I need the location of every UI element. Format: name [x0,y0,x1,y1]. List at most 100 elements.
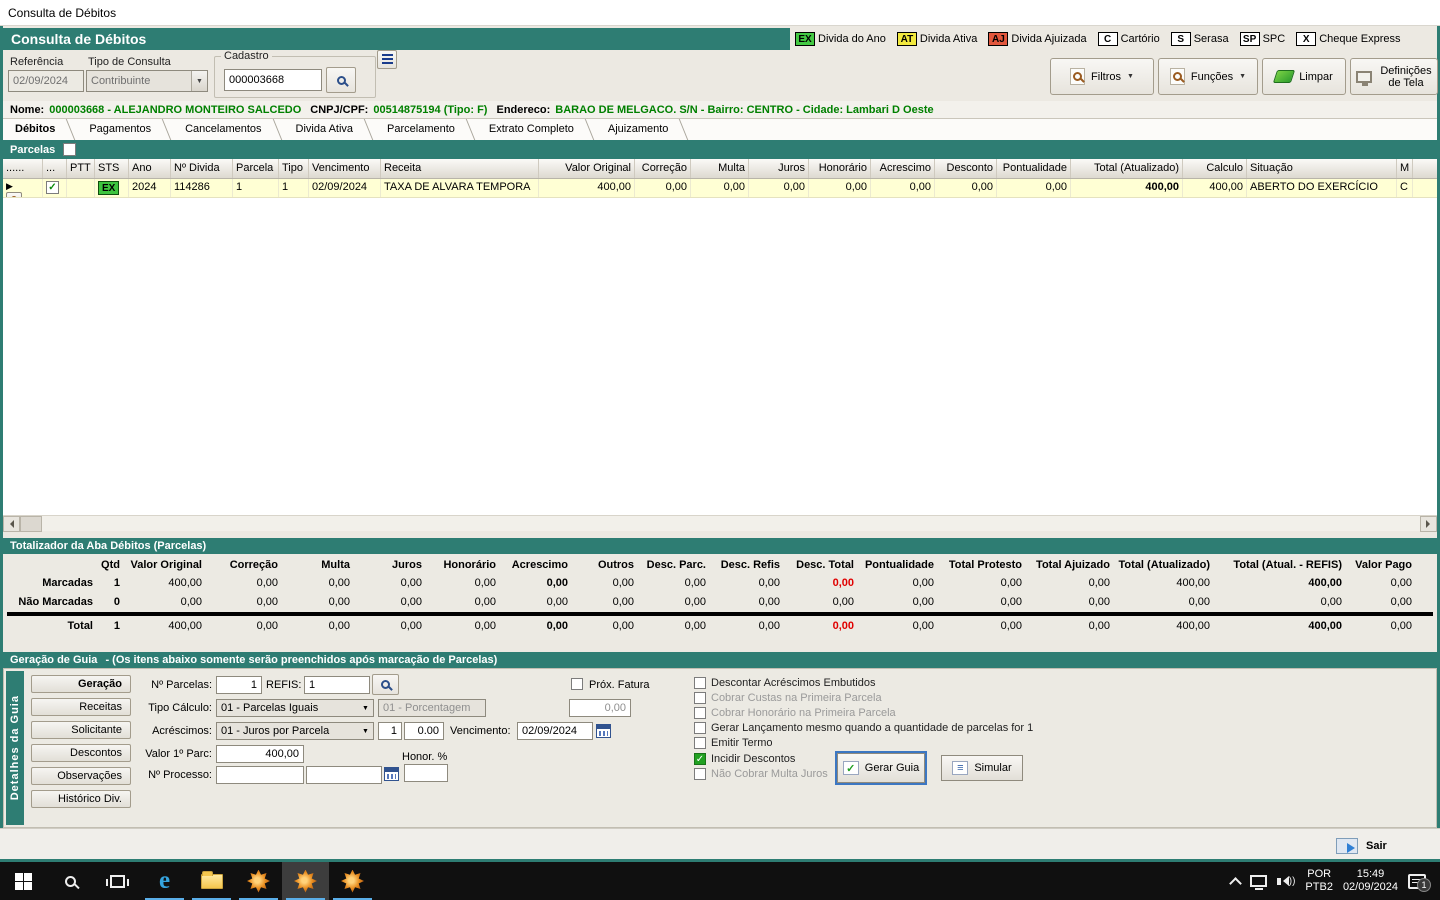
refis-input[interactable] [304,676,370,694]
acrescimos-amount-input[interactable] [404,722,444,740]
totalizador-value: 0,00 [612,595,634,608]
tray-chevron-up-icon[interactable] [1228,876,1242,890]
grid-header-21[interactable]: M [1397,159,1413,178]
grid-header-8[interactable]: Vencimento [309,159,381,178]
tab-divida-ativa[interactable]: Divida Ativa [284,119,375,140]
grid-header-17[interactable]: Pontualidade [997,159,1071,178]
speaker-icon[interactable]: )) [1276,876,1295,887]
tab-parcelamento[interactable]: Parcelamento [375,119,477,140]
totalizador-value: 0,00 [474,595,496,608]
grid-header-1[interactable]: ... [43,159,67,178]
guia-checkbox-0[interactable] [694,677,706,689]
totalizador-value: 0,00 [1390,576,1412,589]
acrescimos-select[interactable]: 01 - Juros por Parcela ▼ [216,722,374,740]
grid-header-0[interactable]: ...... [3,159,43,178]
guia-checkbox-label-6: Não Cobrar Multa Juros [711,768,828,780]
grid-header-9[interactable]: Receita [381,159,539,178]
cadastro-input[interactable] [224,69,322,91]
gerar-guia-button[interactable]: ✓ Gerar Guia [835,751,927,785]
tab-ajuizamento[interactable]: Ajuizamento [596,119,691,140]
guia-nav-solicitante[interactable]: Solicitante [31,721,131,739]
explorer-taskbar-button[interactable] [188,862,235,900]
calculator-icon[interactable] [384,767,399,781]
app3-taskbar-button[interactable] [329,862,376,900]
processo-input[interactable] [216,766,304,784]
grid-header-15[interactable]: Acrescimo [871,159,935,178]
grid-header-11[interactable]: Correção [635,159,691,178]
guia-nav-observa-es[interactable]: Observações [31,767,131,785]
guia-checkbox-4[interactable] [694,737,706,749]
grid-header-4[interactable]: Ano [129,159,171,178]
network-icon[interactable] [1249,875,1267,890]
tipo-consulta-select[interactable]: Contribuinte ▼ [86,70,208,92]
app1-taskbar-button[interactable] [235,862,282,900]
referencia-input[interactable] [8,70,84,92]
valor-parc-input[interactable] [216,745,304,763]
clock[interactable]: 15:49 02/09/2024 [1343,868,1398,894]
vencimento-input[interactable] [517,722,593,740]
filtros-button[interactable]: Filtros ▼ [1050,58,1154,95]
guia-checkbox-5[interactable]: ✓ [694,753,706,765]
tipo-calculo-select[interactable]: 01 - Parcelas Iguais ▼ [216,699,374,717]
guia-nav-gera-o[interactable]: Geração [31,675,131,693]
grid-header-14[interactable]: Honorário [809,159,871,178]
language-indicator[interactable]: POR PTB2 [1305,868,1333,894]
app2-taskbar-button[interactable] [282,862,329,900]
tab-pagamentos[interactable]: Pagamentos [77,119,173,140]
row-zoom-button[interactable] [6,192,22,197]
guia-checkbox-3[interactable] [694,722,706,734]
tab-d-bitos[interactable]: Débitos [3,119,77,140]
grid-header-19[interactable]: Calculo [1183,159,1247,178]
cadastro-search-button[interactable] [326,67,356,93]
totalizador-value: 0,00 [912,576,934,589]
grid-header-10[interactable]: Valor Original [539,159,635,178]
guia-checkbox-label-3: Gerar Lançamento mesmo quando a quantida… [711,722,1034,734]
simular-button[interactable]: ≡ Simular [941,755,1023,781]
totalizador-value: 0,00 [1188,595,1210,608]
guia-nav-receitas[interactable]: Receitas [31,698,131,716]
notification-icon[interactable]: 1 [1408,873,1431,892]
tab-extrato-completo[interactable]: Extrato Completo [477,119,596,140]
grid-header-13[interactable]: Juros [749,159,809,178]
grid-header-5[interactable]: Nº Divida [171,159,233,178]
definicoes-tela-button[interactable]: Definições de Tela [1350,58,1438,95]
guia-checkbox-row-6: Não Cobrar Multa Juros [694,768,828,780]
guia-nav-descontos[interactable]: Descontos [31,744,131,762]
n-parcelas-input[interactable] [216,676,262,694]
grid-header-7[interactable]: Tipo [279,159,309,178]
eraser-icon [1273,70,1296,83]
guia-nav-hist-rico-div-[interactable]: Histórico Div. [31,790,131,808]
grid-header-6[interactable]: Parcela [233,159,279,178]
ie-taskbar-button[interactable]: e [141,862,188,900]
task-view-button[interactable] [94,862,141,900]
grid-header-2[interactable]: PTT [67,159,95,178]
grid-hscrollbar[interactable] [3,515,1437,532]
tab-cancelamentos[interactable]: Cancelamentos [173,119,283,140]
scroll-right-button[interactable] [1420,516,1437,532]
sair-button[interactable]: Sair [1336,835,1436,857]
page-title: Consulta de Débitos [3,28,790,50]
acrescimos-qty-input[interactable] [378,722,402,740]
scroll-thumb[interactable] [20,516,42,532]
grid-header-18[interactable]: Total (Atualizado) [1071,159,1183,178]
start-button[interactable] [0,862,47,900]
grid-header-16[interactable]: Desconto [935,159,997,178]
grid-data-row[interactable]: ▶ ✓ EX 2024 114286 1 1 02/09/2024 TAXA DE ALVARA… [3,179,1437,198]
processo-data-input[interactable] [306,766,382,784]
calendar-icon[interactable] [596,724,611,738]
refis-search-button[interactable] [372,674,399,695]
grid-header-12[interactable]: Multa [691,159,749,178]
taskbar-search-button[interactable] [47,862,94,900]
limpar-button[interactable]: Limpar [1262,58,1346,95]
list-icon [381,54,393,65]
honor-input[interactable] [404,764,448,782]
grid-header-3[interactable]: STS [95,159,129,178]
cadastro-list-button[interactable] [377,50,397,69]
funcoes-button[interactable]: Funções ▼ [1158,58,1258,95]
grid-cell-17: 0,00 [997,179,1071,197]
scroll-left-button[interactable] [3,516,20,532]
prox-fatura-checkbox[interactable] [571,678,583,690]
parcelas-checkbox[interactable] [63,143,77,156]
row-checkbox[interactable]: ✓ [46,181,59,194]
grid-header-20[interactable]: Situação [1247,159,1397,178]
